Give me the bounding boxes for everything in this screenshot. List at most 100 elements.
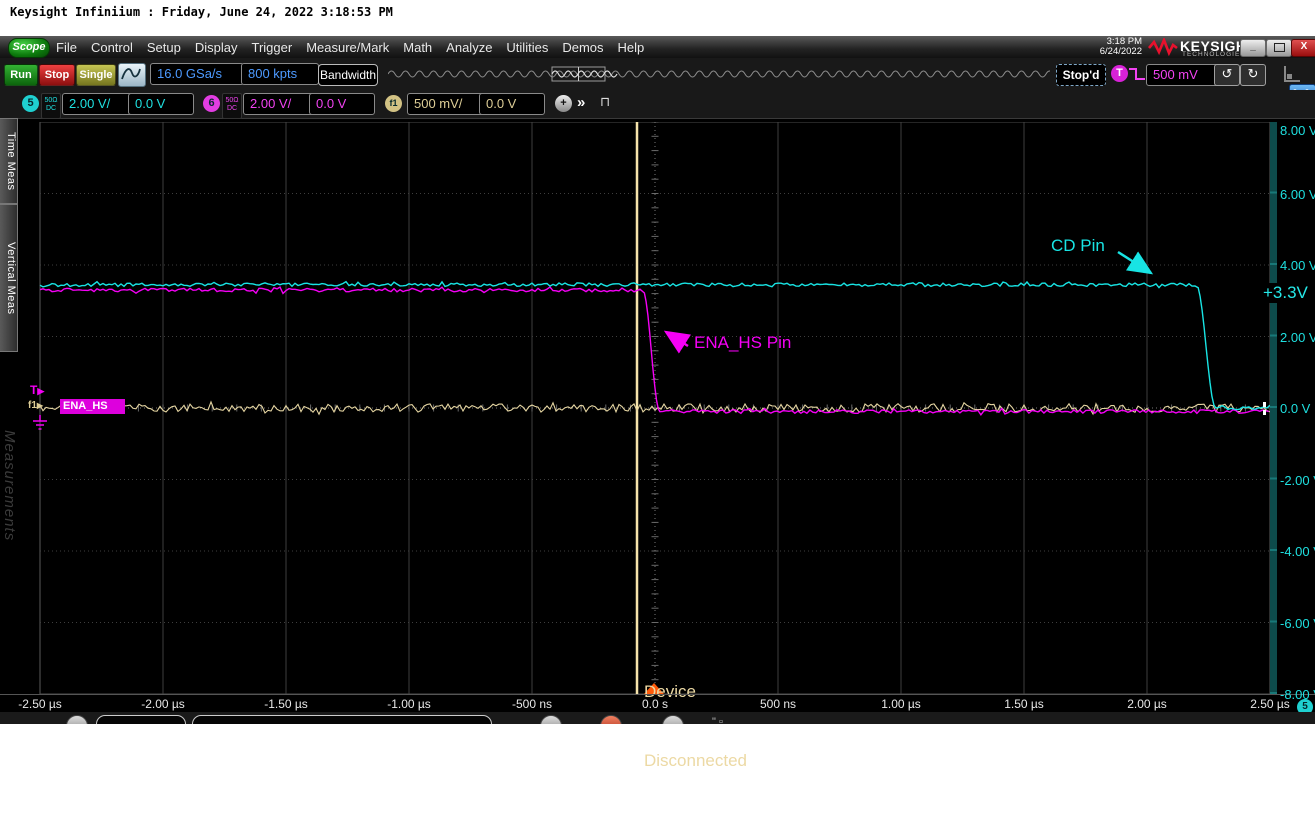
channel-6-scale-field[interactable]: 2.00 V/ — [243, 93, 315, 115]
add-channel-button[interactable]: + — [555, 95, 572, 112]
menu-bar: Scope File Control Setup Display Trigger Meas… — [0, 36, 1315, 59]
ground-symbol-icon — [32, 415, 48, 431]
menu-items: File Control Setup Display Trigger Measure/Ma… — [56, 36, 644, 58]
ena-hs-trace-label[interactable]: ENA_HS — [60, 399, 125, 414]
menu-item-utilities[interactable]: Utilities — [506, 40, 548, 55]
falling-edge-icon — [1128, 66, 1146, 82]
waveform-display — [20, 122, 1270, 694]
impedance-label: 50Ω — [42, 97, 60, 105]
time-axis-label: 500 ns — [760, 697, 796, 711]
bottom-toolbar-field[interactable] — [96, 715, 186, 724]
function-marker-arrow-icon: ▶ — [37, 401, 43, 410]
trigger-source-badge[interactable]: T — [1111, 65, 1128, 82]
menu-item-file[interactable]: File — [56, 40, 77, 55]
bandwidth-button[interactable]: Bandwidth — [318, 64, 378, 86]
function-1-offset-field[interactable]: 0.0 V — [479, 93, 545, 115]
bottom-toolbar-clipped: " ▫ — [0, 712, 1315, 724]
bottom-toolbar-button[interactable] — [662, 715, 684, 724]
channel-reference-marker — [1263, 402, 1266, 415]
device-event-label-line2: Disconnected — [644, 749, 747, 772]
impedance-label: 50Ω — [223, 97, 241, 105]
single-button[interactable]: Single — [76, 64, 116, 86]
time-axis-label: -2.00 µs — [141, 697, 185, 711]
ena-hs-arrow — [666, 332, 688, 346]
time-axis-label: -1.00 µs — [387, 697, 431, 711]
channel-5-scale-field[interactable]: 2.00 V/ — [62, 93, 134, 115]
ena-hs-pin-annotation: ENA_HS Pin — [694, 333, 791, 353]
function-marker-label: f1 — [28, 400, 37, 411]
menu-item-trigger[interactable]: Trigger — [251, 40, 292, 55]
run-button[interactable]: Run — [4, 64, 38, 86]
voltage-axis-label: 0.0 V — [1280, 401, 1310, 416]
coupling-label: DC — [223, 105, 241, 113]
menu-item-setup[interactable]: Setup — [147, 40, 181, 55]
scope-menu-button[interactable]: Scope — [8, 38, 50, 58]
acquisition-mode-button[interactable] — [118, 63, 146, 87]
menu-item-measure-mark[interactable]: Measure/Mark — [306, 40, 389, 55]
voltage-axis-label: 4.00 V — [1280, 258, 1315, 273]
clock-date: 6/24/2022 — [1090, 47, 1142, 57]
menu-item-control[interactable]: Control — [91, 40, 133, 55]
menu-item-math[interactable]: Math — [403, 40, 432, 55]
time-axis: -2.50 µs-2.00 µs-1.50 µs-1.00 µs-500 ns0… — [0, 694, 1315, 713]
trigger-level-field[interactable]: 500 mV — [1146, 64, 1222, 86]
voltage-axis-label: 6.00 V — [1280, 187, 1315, 202]
level-3v3-annotation: +3.3V — [1262, 283, 1309, 303]
clock: 3:18 PM 6/24/2022 — [1090, 37, 1142, 57]
time-axis-label: 0.0 s — [642, 697, 668, 711]
minimize-button[interactable]: _ — [1240, 39, 1266, 57]
function-1-badge[interactable]: f1 — [385, 95, 402, 112]
channel-5-offset-field[interactable]: 0.0 V — [128, 93, 194, 115]
channel-5-coupling[interactable]: 50Ω DC — [41, 93, 61, 119]
menu-item-demos[interactable]: Demos — [562, 40, 603, 55]
memory-depth-field[interactable]: 800 kpts — [241, 63, 319, 85]
stop-button[interactable]: Stop — [39, 64, 75, 86]
cd-pin-arrow — [1118, 252, 1151, 273]
time-axis-label: -1.50 µs — [264, 697, 308, 711]
redo-button[interactable]: ↻ — [1240, 64, 1266, 86]
more-channels-button[interactable]: » — [577, 94, 585, 111]
voltage-axis-label: -2.00 V — [1280, 473, 1315, 488]
measurements-watermark: Measurements — [1, 430, 18, 541]
restore-button[interactable] — [1266, 39, 1292, 57]
close-button[interactable]: X — [1291, 39, 1315, 57]
zoom-region-icon[interactable] — [1284, 66, 1300, 82]
cd-pin-annotation: CD Pin — [1051, 236, 1105, 256]
menu-item-analyze[interactable]: Analyze — [446, 40, 492, 55]
curve-icon — [119, 64, 143, 84]
bottom-toolbar-panel[interactable] — [192, 715, 492, 724]
channel-5-badge[interactable]: 5 — [22, 95, 39, 112]
time-axis-label: 2.00 µs — [1127, 697, 1167, 711]
tab-vertical-meas[interactable]: Vertical Meas — [0, 204, 18, 352]
time-axis-label: 1.00 µs — [881, 697, 921, 711]
sample-rate-field[interactable]: 16.0 GSa/s — [150, 63, 244, 85]
menu-item-help[interactable]: Help — [618, 40, 645, 55]
acquisition-toolbar: Run Stop Single 16.0 GSa/s 800 kpts Band… — [0, 58, 1315, 90]
bottom-toolbar-record-button[interactable] — [600, 715, 622, 724]
undo-button[interactable]: ↺ — [1214, 64, 1240, 86]
channel-6-coupling[interactable]: 50Ω DC — [222, 93, 242, 119]
bottom-toolbar-glyphs: " ▫ — [712, 716, 723, 724]
bottom-toolbar-button[interactable] — [66, 715, 88, 724]
vertical-scale-strip[interactable] — [1270, 122, 1277, 694]
oscilloscope-app-window: Scope File Control Setup Display Trigger Meas… — [0, 36, 1315, 724]
bottom-toolbar-button[interactable] — [540, 715, 562, 724]
horizontal-position-scrollbar[interactable] — [388, 66, 1050, 82]
tab-time-meas[interactable]: Time Meas — [0, 118, 18, 204]
voltage-axis-label: -4.00 V — [1280, 544, 1315, 559]
channel-6-badge[interactable]: 6 — [203, 95, 220, 112]
function-1-scale-field[interactable]: 500 mV/ — [407, 93, 485, 115]
voltage-axis-label: -6.00 V — [1280, 616, 1315, 631]
voltage-axis-label: 8.00 V — [1280, 123, 1315, 138]
voltage-axis-label: -8.00 V — [1280, 687, 1315, 702]
channel-bar: 5 50Ω DC 2.00 V/ 0.0 V 6 50Ω DC 2.00 V/ … — [0, 90, 1315, 119]
channel-6-offset-field[interactable]: 0.0 V — [309, 93, 375, 115]
trigger-level-marker[interactable]: T▶ — [30, 383, 44, 397]
time-axis-label: -2.50 µs — [18, 697, 62, 711]
dock-icon[interactable]: ⊓ — [600, 94, 610, 110]
menu-item-display[interactable]: Display — [195, 40, 238, 55]
function-reference-marker[interactable]: f1▶ — [28, 400, 43, 411]
desktop-title: Keysight Infiniium : Friday, June 24, 20… — [10, 5, 393, 19]
keysight-spark-icon — [1148, 38, 1178, 56]
acquisition-status[interactable]: Stop'd — [1056, 64, 1106, 86]
